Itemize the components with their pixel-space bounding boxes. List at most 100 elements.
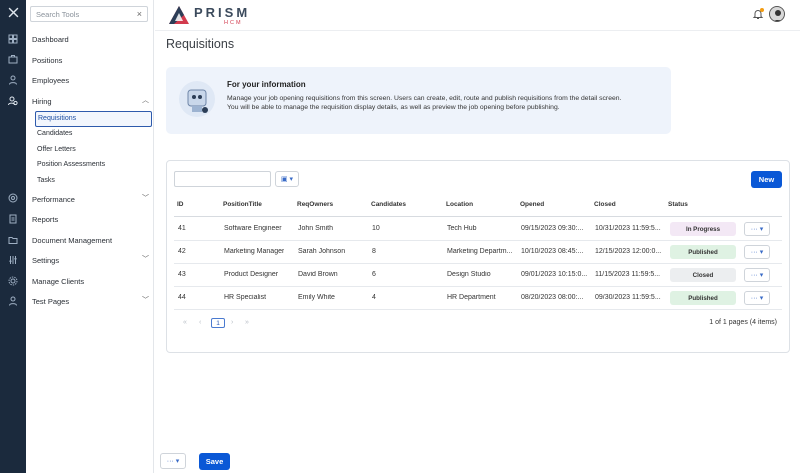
sidebar-item-hiring[interactable]: Hiring bbox=[32, 97, 52, 106]
person-icon[interactable] bbox=[0, 73, 26, 87]
cell-req-owner: Sarah Johnson bbox=[298, 248, 346, 255]
save-button[interactable]: Save bbox=[199, 453, 230, 470]
column-header-position-title[interactable]: PositionTitle bbox=[223, 201, 262, 208]
cell-position-title: HR Specialist bbox=[224, 294, 267, 301]
column-header-opened[interactable]: Opened bbox=[520, 201, 544, 208]
hiring-icon[interactable] bbox=[0, 94, 26, 108]
info-title: For your information bbox=[227, 80, 306, 89]
gear-icon[interactable] bbox=[0, 274, 26, 288]
sidebar-item-performance[interactable]: Performance bbox=[32, 195, 75, 204]
cell-location: Marketing Departm... bbox=[447, 248, 513, 255]
user-icon[interactable] bbox=[0, 294, 26, 308]
status-badge: In Progress bbox=[670, 222, 736, 236]
table-row[interactable]: 43 Product Designer David Brown 6 Design… bbox=[174, 264, 782, 287]
cell-location: Design Studio bbox=[447, 271, 491, 278]
chevron-up-icon[interactable]: ︿ bbox=[142, 95, 149, 105]
new-requisition-button[interactable]: New bbox=[751, 171, 782, 188]
cell-id: 41 bbox=[178, 225, 186, 232]
cell-req-owner: Emily White bbox=[298, 294, 335, 301]
chevron-down-icon[interactable]: ﹀ bbox=[142, 254, 149, 264]
sidebar-item-candidates[interactable]: Candidates bbox=[37, 130, 72, 137]
cell-closed: 12/15/2023 12:00:0... bbox=[595, 248, 662, 255]
column-header-closed[interactable]: Closed bbox=[594, 201, 616, 208]
cell-candidates: 4 bbox=[372, 294, 376, 301]
cell-position-title: Software Engineer bbox=[224, 225, 282, 232]
pager-summary: 1 of 1 pages (4 items) bbox=[709, 319, 777, 326]
table-row[interactable]: 42 Marketing Manager Sarah Johnson 8 Mar… bbox=[174, 241, 782, 264]
pager-next-button[interactable]: › bbox=[231, 319, 233, 326]
column-header-req-owners[interactable]: ReqOwners bbox=[297, 201, 333, 208]
close-icon[interactable] bbox=[0, 5, 26, 19]
performance-icon[interactable] bbox=[0, 191, 26, 205]
settings-sliders-icon[interactable] bbox=[0, 253, 26, 267]
column-header-location[interactable]: Location bbox=[446, 201, 473, 208]
cell-opened: 09/15/2023 09:30:... bbox=[521, 225, 584, 232]
info-text: Manage your job opening requisitions fro… bbox=[227, 95, 622, 111]
sidebar-item-employees[interactable]: Employees bbox=[32, 76, 69, 85]
pager-first-button[interactable]: « bbox=[183, 319, 187, 326]
column-header-status[interactable]: Status bbox=[668, 201, 688, 208]
cell-id: 42 bbox=[178, 248, 186, 255]
status-badge: Published bbox=[670, 245, 736, 259]
search-placeholder: Search Tools bbox=[36, 10, 80, 19]
cell-opened: 08/20/2023 08:00:... bbox=[521, 294, 584, 301]
folder-icon[interactable] bbox=[0, 233, 26, 247]
info-panel: For your information Manage your job ope… bbox=[166, 67, 671, 134]
cell-position-title: Product Designer bbox=[224, 271, 279, 278]
table-row[interactable]: 41 Software Engineer John Smith 10 Tech … bbox=[174, 218, 782, 241]
status-badge: Published bbox=[670, 291, 736, 305]
requisitions-grid: ▣ ▾ New ID PositionTitle ReqOwners Candi… bbox=[166, 160, 790, 353]
pager-page-button[interactable]: 1 bbox=[211, 318, 225, 328]
sidebar-item-dashboard[interactable]: Dashboard bbox=[32, 35, 69, 44]
sidebar: Search Tools × Dashboard Positions Emplo… bbox=[26, 0, 154, 473]
cell-id: 43 bbox=[178, 271, 186, 278]
top-bar: PRISM HCM bbox=[155, 0, 800, 31]
sidebar-item-manage-clients[interactable]: Manage Clients bbox=[32, 277, 84, 286]
cell-id: 44 bbox=[178, 294, 186, 301]
search-tools-input[interactable]: Search Tools × bbox=[30, 6, 148, 22]
sidebar-item-test-pages[interactable]: Test Pages bbox=[32, 297, 69, 306]
sidebar-item-document-management[interactable]: Document Management bbox=[32, 236, 112, 245]
cell-closed: 11/15/2023 11:59:5... bbox=[595, 271, 661, 278]
cell-closed: 10/31/2023 11:59:5... bbox=[595, 225, 661, 232]
sidebar-item-reports[interactable]: Reports bbox=[32, 215, 58, 224]
dashboard-icon[interactable] bbox=[0, 32, 26, 46]
export-dropdown-button[interactable]: ▣ ▾ bbox=[275, 171, 299, 187]
cell-location: HR Department bbox=[447, 294, 496, 301]
page-title: Requisitions bbox=[166, 37, 235, 51]
sidebar-item-tasks[interactable]: Tasks bbox=[37, 177, 55, 184]
cell-candidates: 10 bbox=[372, 225, 380, 232]
row-actions-button[interactable]: ··· ▾ bbox=[744, 268, 770, 282]
cell-position-title: Marketing Manager bbox=[224, 248, 285, 255]
avatar[interactable] bbox=[769, 6, 785, 22]
brand-sub: HCM bbox=[224, 20, 243, 26]
pager-last-button[interactable]: » bbox=[245, 319, 249, 326]
more-actions-button[interactable]: ··· ▾ bbox=[160, 453, 186, 469]
grid-search-input[interactable] bbox=[174, 171, 271, 187]
notification-dot bbox=[760, 8, 764, 12]
sidebar-item-requisitions[interactable]: Requisitions bbox=[35, 111, 152, 127]
sidebar-item-position-assessments[interactable]: Position Assessments bbox=[37, 161, 105, 168]
icon-rail bbox=[0, 0, 26, 473]
cell-closed: 09/30/2023 11:59:5... bbox=[595, 294, 661, 301]
briefcase-icon[interactable] bbox=[0, 52, 26, 66]
column-header-id[interactable]: ID bbox=[177, 201, 184, 208]
sidebar-item-settings[interactable]: Settings bbox=[32, 256, 59, 265]
table-row[interactable]: 44 HR Specialist Emily White 4 HR Depart… bbox=[174, 287, 782, 310]
cell-candidates: 8 bbox=[372, 248, 376, 255]
cell-opened: 09/01/2023 10:15:0... bbox=[521, 271, 588, 278]
row-actions-button[interactable]: ··· ▾ bbox=[744, 222, 770, 236]
sidebar-item-positions[interactable]: Positions bbox=[32, 56, 62, 65]
row-actions-button[interactable]: ··· ▾ bbox=[744, 291, 770, 305]
status-badge: Closed bbox=[670, 268, 736, 282]
cell-candidates: 6 bbox=[372, 271, 376, 278]
chevron-down-icon[interactable]: ﹀ bbox=[142, 295, 149, 305]
column-header-candidates[interactable]: Candidates bbox=[371, 201, 406, 208]
pager-prev-button[interactable]: ‹ bbox=[199, 319, 201, 326]
chevron-down-icon[interactable]: ﹀ bbox=[142, 193, 149, 203]
cell-req-owner: John Smith bbox=[298, 225, 334, 232]
sidebar-item-offer-letters[interactable]: Offer Letters bbox=[37, 146, 76, 153]
clear-search-icon[interactable]: × bbox=[137, 9, 142, 19]
reports-icon[interactable] bbox=[0, 212, 26, 226]
row-actions-button[interactable]: ··· ▾ bbox=[744, 245, 770, 259]
